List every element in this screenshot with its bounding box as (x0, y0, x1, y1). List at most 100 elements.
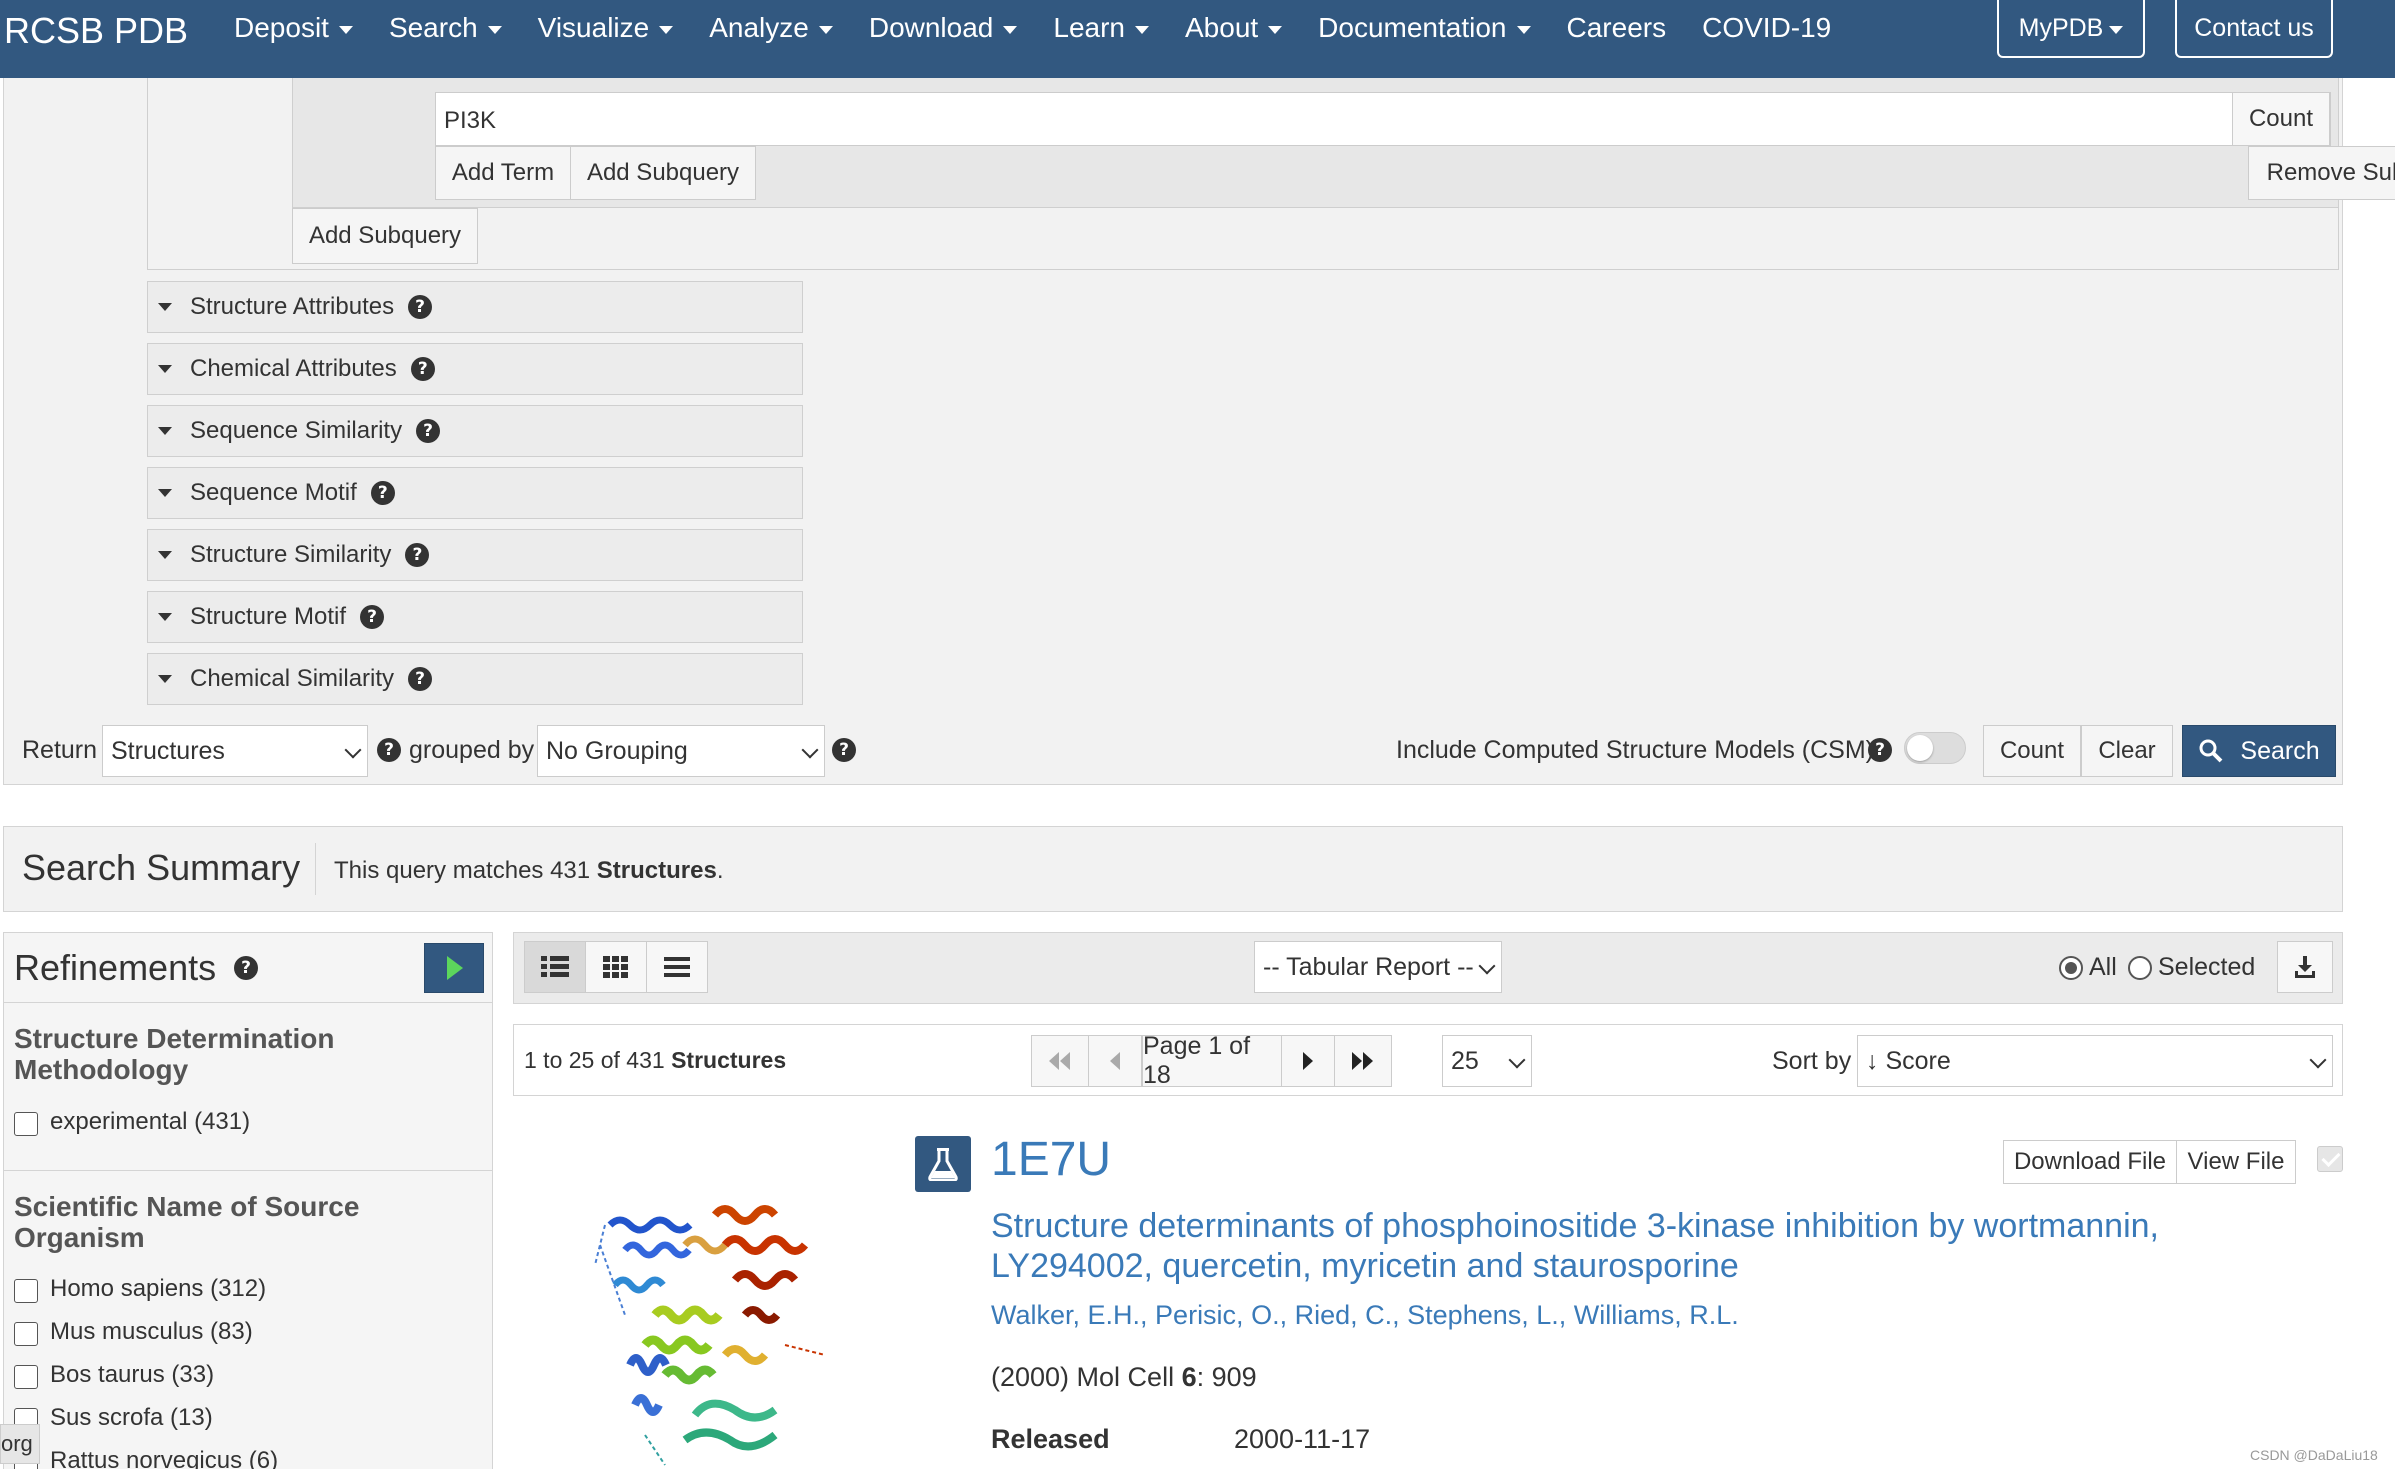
clear-button[interactable]: Clear (2081, 725, 2173, 777)
nav-covid[interactable]: COVID-19 (1702, 12, 1831, 44)
nav-search[interactable]: Search (389, 12, 502, 44)
accordion-label: Sequence Similarity (190, 417, 403, 444)
add-subquery-inner-button[interactable]: Add Subquery (570, 146, 756, 200)
accordion-structure-attributes[interactable]: Structure Attributes? (147, 281, 803, 333)
add-term-button[interactable]: Add Term (435, 146, 571, 200)
help-icon[interactable]: ? (1868, 738, 1892, 762)
view-file-button[interactable]: View File (2176, 1140, 2296, 1184)
return-select[interactable]: Structures (102, 725, 368, 777)
refinement-option[interactable]: Homo sapiens (312) (14, 1275, 266, 1303)
search-icon (2199, 739, 2223, 763)
report-select[interactable]: -- Tabular Report -- (1254, 941, 1502, 993)
help-icon[interactable]: ? (377, 738, 401, 762)
sort-select[interactable]: ↓ Score (1857, 1035, 2333, 1087)
structure-thumbnail[interactable] (585, 1205, 855, 1469)
caret-down-icon (1003, 25, 1018, 34)
help-icon[interactable]: ? (832, 738, 856, 762)
brand-logo[interactable]: RCSB PDB (4, 10, 188, 52)
next-page-button[interactable] (1281, 1035, 1335, 1087)
remove-subquery-button[interactable]: Remove Subquery (2248, 146, 2395, 200)
help-icon[interactable]: ? (405, 543, 430, 567)
help-icon[interactable]: ? (360, 605, 385, 629)
search-button[interactable]: Search (2182, 725, 2336, 777)
checkbox[interactable] (14, 1365, 38, 1389)
checkbox[interactable] (14, 1112, 38, 1136)
nav-visualize[interactable]: Visualize (538, 12, 674, 44)
refinement-option[interactable]: Rattus norvegicus (6) (14, 1447, 278, 1469)
download-file-button[interactable]: Download File (2003, 1140, 2177, 1184)
refinement-option[interactable]: Mus musculus (83) (14, 1318, 253, 1346)
nav-label: Search (388, 12, 478, 43)
nav-analyze[interactable]: Analyze (709, 12, 833, 44)
nav-learn[interactable]: Learn (1053, 12, 1149, 44)
checkbox[interactable] (14, 1279, 38, 1303)
accordion-chemical-similarity[interactable]: Chemical Similarity? (147, 653, 803, 705)
result-authors: Walker, E.H., Perisic, O., Ried, C., Ste… (991, 1300, 1739, 1330)
accordion-sequence-motif[interactable]: Sequence Motif? (147, 467, 803, 519)
radio-all[interactable] (2059, 956, 2083, 981)
radio-selected[interactable] (2128, 956, 2152, 981)
per-page-select[interactable]: 25 (1442, 1035, 1532, 1087)
term-count-button[interactable]: Count (2232, 92, 2330, 146)
page-indicator: Page 1 of 18 (1142, 1032, 1282, 1089)
help-icon[interactable]: ? (234, 956, 259, 980)
refinement-option[interactable]: Bos taurus (33) (14, 1361, 214, 1389)
apply-refinements-button[interactable] (424, 943, 484, 993)
refinement-option[interactable]: experimental (431) (14, 1108, 250, 1136)
compact-view-button[interactable] (646, 941, 708, 993)
help-icon[interactable]: ? (370, 481, 395, 505)
help-icon[interactable]: ? (408, 295, 433, 319)
first-page-button[interactable] (1031, 1035, 1089, 1087)
csm-toggle[interactable] (1904, 732, 1966, 764)
term-input[interactable]: PI3K (444, 107, 496, 135)
org-tab[interactable]: org (0, 1424, 40, 1464)
grouped-by-label: grouped by (409, 736, 535, 764)
author-link[interactable]: Walker, E.H. (991, 1300, 1140, 1330)
menu-lines-icon (664, 957, 690, 977)
last-page-button[interactable] (1334, 1035, 1392, 1087)
sort-label: Sort by (1772, 1047, 1852, 1075)
accordion-structure-motif[interactable]: Structure Motif? (147, 591, 803, 643)
accordion-chemical-attributes[interactable]: Chemical Attributes? (147, 343, 803, 395)
refinements-header: Refinements? (4, 933, 492, 1003)
checkbox[interactable] (14, 1322, 38, 1346)
accordion-structure-similarity[interactable]: Structure Similarity? (147, 529, 803, 581)
help-icon[interactable]: ? (410, 357, 435, 381)
result-select-checkbox[interactable] (2317, 1146, 2343, 1172)
grouping-select[interactable]: No Grouping (537, 725, 825, 777)
grid-view-button[interactable] (585, 941, 647, 993)
count-button[interactable]: Count (1983, 725, 2081, 777)
nav-documentation[interactable]: Documentation (1318, 12, 1531, 44)
nav-download[interactable]: Download (869, 12, 1018, 44)
author-link[interactable]: Ried, C. (1295, 1300, 1393, 1330)
flask-icon (928, 1148, 958, 1181)
result-title[interactable]: Structure determinants of phosphoinositi… (991, 1206, 2291, 1286)
select-selected-radio[interactable]: Selected (2128, 953, 2255, 982)
author-link[interactable]: Perisic, O. (1155, 1300, 1280, 1330)
prev-page-button[interactable] (1088, 1035, 1142, 1087)
option-label: Sus scrofa (13) (50, 1404, 213, 1431)
csm-label: Include Computed Structure Models (CSM) (1396, 736, 1874, 764)
accordion-sequence-similarity[interactable]: Sequence Similarity? (147, 405, 803, 457)
mypdb-button[interactable]: MyPDB (1997, 0, 2145, 58)
result-pdb-id[interactable]: 1E7U (991, 1132, 1111, 1187)
refinement-option[interactable]: Sus scrofa (13) (14, 1404, 213, 1432)
summary-text-bold: Structures (596, 857, 717, 884)
chevron-down-icon (344, 741, 362, 759)
author-link[interactable]: Williams, R.L. (1574, 1300, 1739, 1330)
nav-careers[interactable]: Careers (1567, 12, 1667, 44)
range-bold: Structures (671, 1047, 787, 1073)
nav-label: Deposit (234, 12, 329, 43)
contact-button[interactable]: Contact us (2175, 0, 2333, 58)
list-view-button[interactable] (524, 941, 586, 993)
nav-about[interactable]: About (1185, 12, 1283, 44)
author-link[interactable]: Stephens, L. (1407, 1300, 1559, 1330)
help-icon[interactable]: ? (416, 419, 441, 443)
help-icon[interactable]: ? (408, 667, 433, 691)
nav-deposit[interactable]: Deposit (234, 12, 353, 44)
add-subquery-button[interactable]: Add Subquery (292, 208, 478, 264)
refinements-title: Refinements? (14, 947, 259, 989)
divider (315, 843, 316, 895)
select-all-radio[interactable]: All (2059, 953, 2117, 982)
download-results-button[interactable] (2277, 941, 2333, 993)
